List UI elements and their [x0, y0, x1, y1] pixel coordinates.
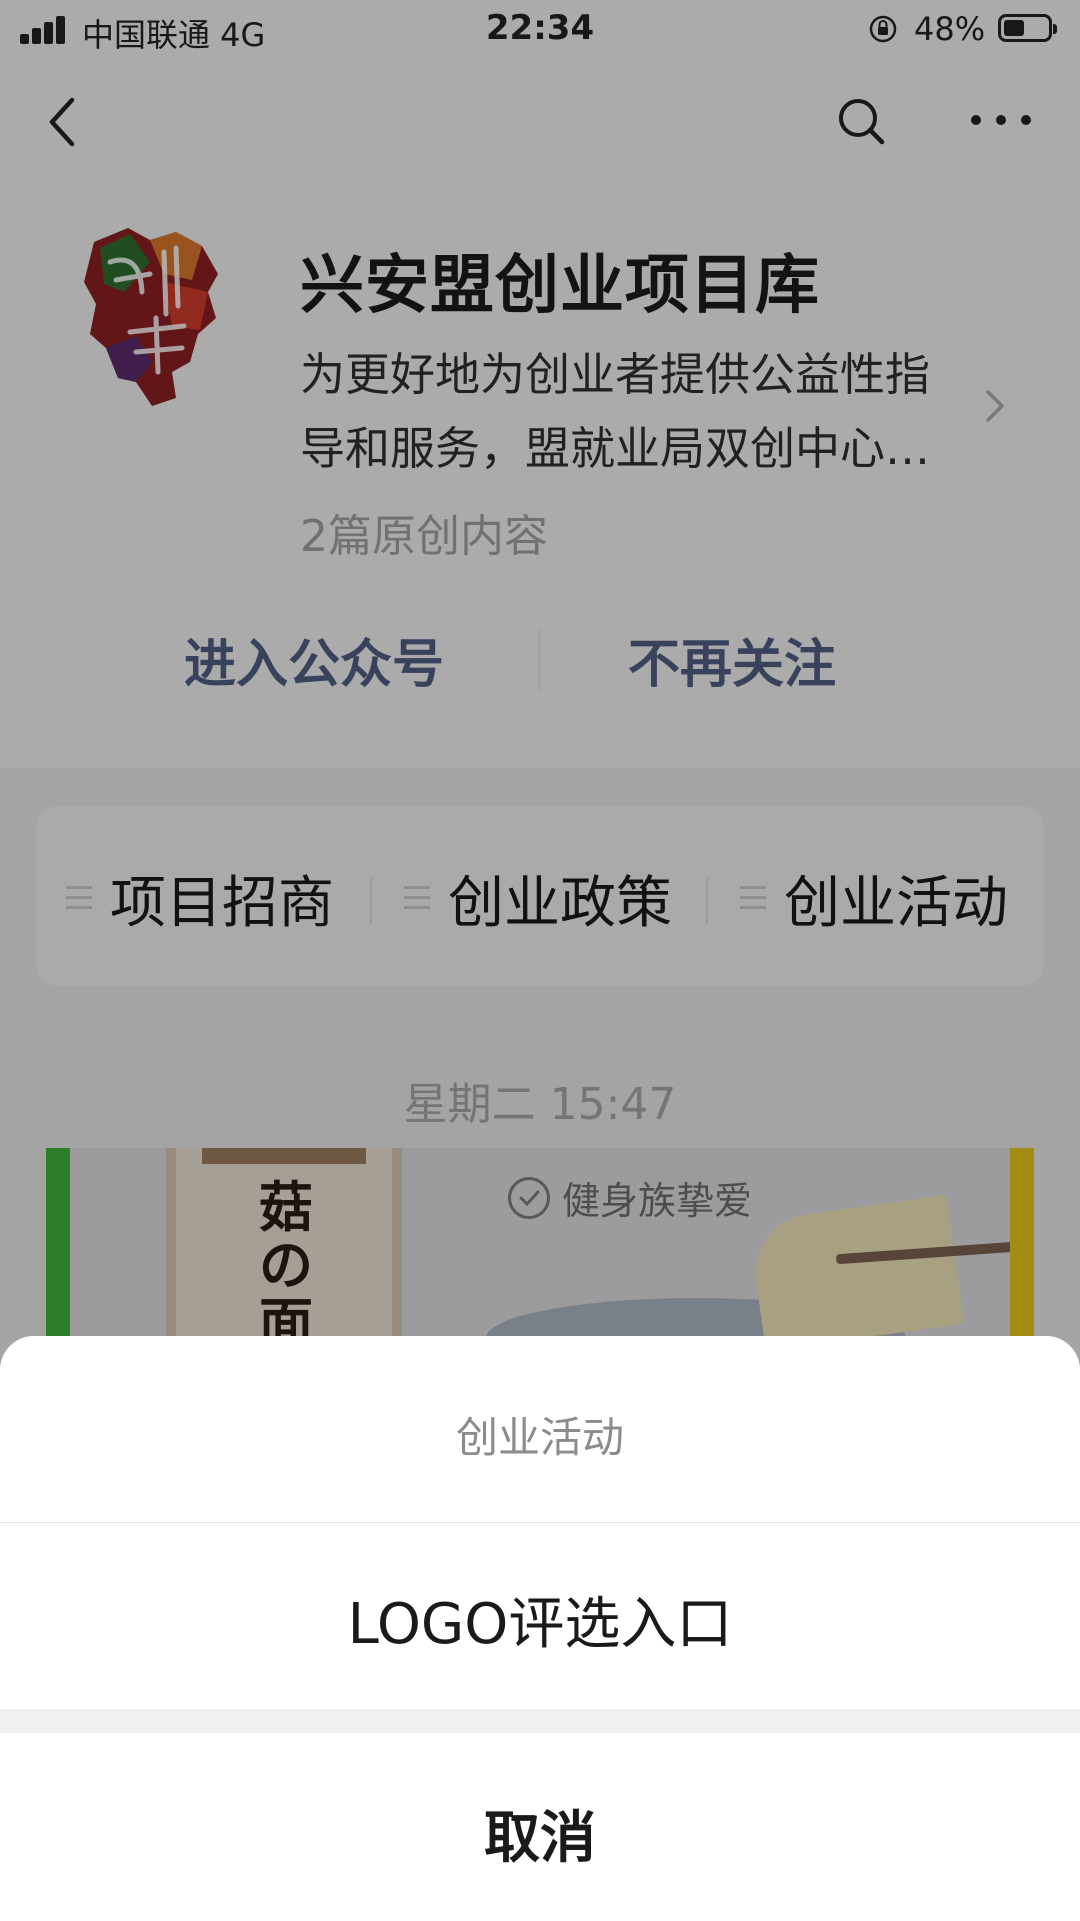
- action-sheet-gap: [0, 1709, 1080, 1733]
- cancel-button[interactable]: 取消: [0, 1733, 1080, 1921]
- action-sheet: 创业活动 LOGO评选入口 取消: [0, 1336, 1080, 1921]
- cancel-label: 取消: [484, 1806, 596, 1871]
- action-sheet-title: 创业活动: [455, 1413, 624, 1462]
- account-profile-page: 中国联通 4G 22:34 48% 兴安盟创业项目库 为更好地为创业者提供公益性…: [0, 0, 1080, 1921]
- logo-selection-option[interactable]: LOGO评选入口: [0, 1523, 1080, 1709]
- action-sheet-header: 创业活动: [0, 1336, 1080, 1523]
- option-label: LOGO评选入口: [347, 1592, 733, 1657]
